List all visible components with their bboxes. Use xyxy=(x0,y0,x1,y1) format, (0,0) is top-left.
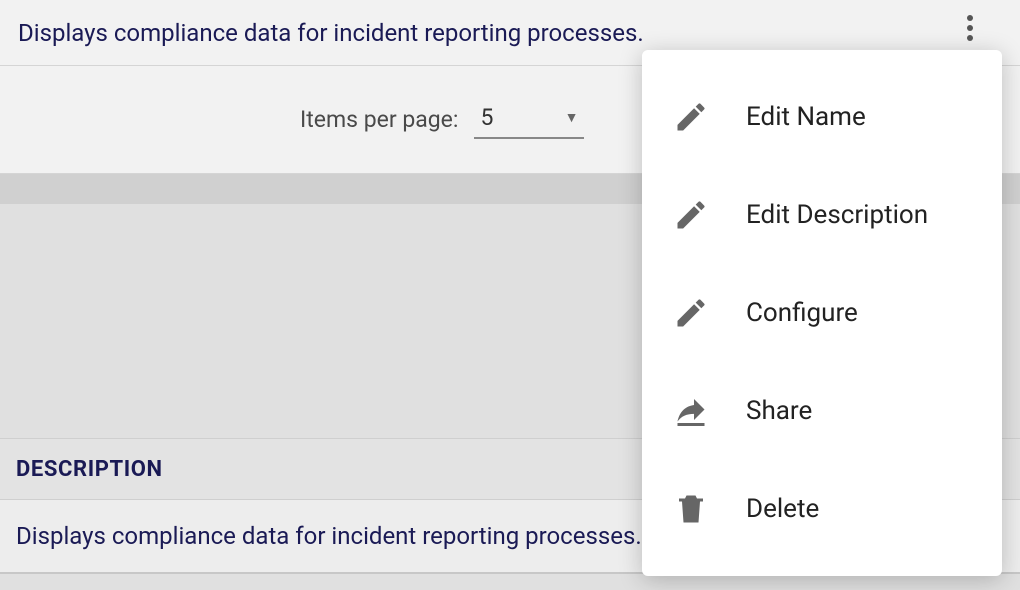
kebab-menu-button[interactable] xyxy=(950,8,990,48)
pencil-icon xyxy=(670,96,712,138)
bottom-strip xyxy=(0,574,1020,588)
more-vert-icon xyxy=(967,13,973,43)
menu-item-label: Edit Description xyxy=(746,200,974,230)
menu-item-label: Edit Name xyxy=(746,102,974,132)
top-description-text: Displays compliance data for incident re… xyxy=(18,19,644,47)
items-per-page-select[interactable]: 5 ▼ xyxy=(474,100,584,139)
pencil-icon xyxy=(670,292,712,334)
menu-item-share[interactable]: Share xyxy=(642,362,1002,460)
share-icon xyxy=(670,390,712,432)
menu-item-delete[interactable]: Delete xyxy=(642,460,1002,558)
bottom-description-text: Displays compliance data for incident re… xyxy=(16,522,642,550)
menu-item-label: Delete xyxy=(746,494,974,524)
menu-item-label: Configure xyxy=(746,298,974,328)
menu-item-label: Share xyxy=(746,396,974,426)
dropdown-arrow-icon: ▼ xyxy=(565,109,579,126)
trash-icon xyxy=(670,488,712,530)
items-per-page-value: 5 xyxy=(480,104,529,131)
context-menu: Edit Name Edit Description Configure Sha… xyxy=(642,50,1002,576)
items-per-page-label: Items per page: xyxy=(300,106,458,133)
pencil-icon xyxy=(670,194,712,236)
description-heading: DESCRIPTION xyxy=(16,457,163,482)
menu-item-configure[interactable]: Configure xyxy=(642,264,1002,362)
menu-item-edit-name[interactable]: Edit Name xyxy=(642,68,1002,166)
menu-item-edit-description[interactable]: Edit Description xyxy=(642,166,1002,264)
